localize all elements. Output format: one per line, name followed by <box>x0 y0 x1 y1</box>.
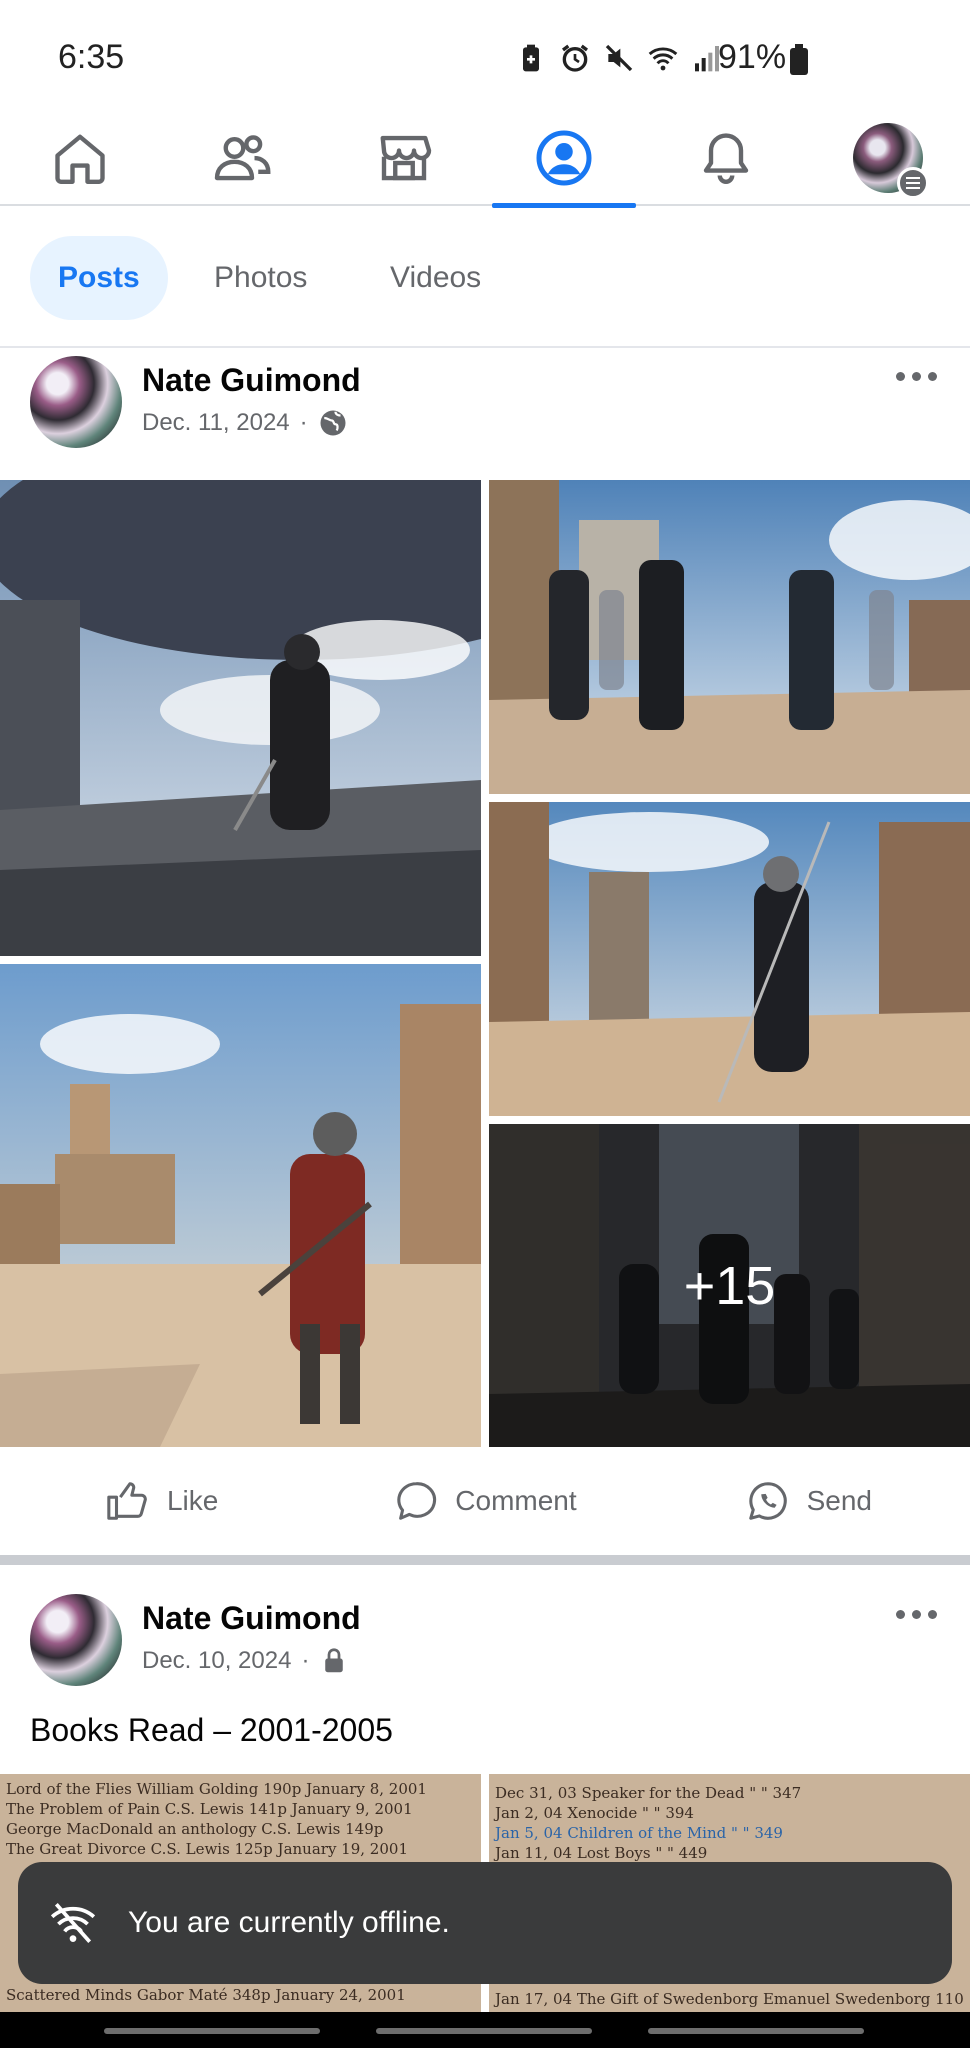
home-icon <box>55 134 105 184</box>
book-entry: The Problem of Pain C.S. Lewis 141p Janu… <box>6 1800 413 1818</box>
photo-warrior-under-arch <box>0 480 481 956</box>
comment-label: Comment <box>455 1485 577 1516</box>
photo-three-warriors-ruins <box>489 480 970 794</box>
mute-icon <box>605 44 633 72</box>
meta-separator: · <box>299 409 308 436</box>
post-header: Nate Guimond Dec. 10, 2024 · <box>0 1594 970 1714</box>
gesture-pill[interactable] <box>648 2028 864 2034</box>
nav-marketplace[interactable] <box>324 110 484 206</box>
post-more-button[interactable] <box>886 356 946 396</box>
nav-friends[interactable] <box>162 110 322 206</box>
like-label: Like <box>166 1485 219 1516</box>
menu-badge <box>897 167 929 199</box>
post-date[interactable]: Dec. 10, 2024 <box>142 1647 291 1675</box>
wifi-icon <box>648 47 678 71</box>
tab-photos[interactable]: Photos <box>186 236 335 320</box>
book-entry: Lord of the Flies William Golding 190p J… <box>6 1780 427 1798</box>
post-author[interactable]: Nate Guimond <box>142 362 361 399</box>
battery-icon <box>790 44 808 75</box>
post-author[interactable]: Nate Guimond <box>142 1600 361 1637</box>
more-photos-count: +15 <box>489 1124 970 1447</box>
post-more-button[interactable] <box>886 1594 946 1634</box>
gesture-pill[interactable] <box>104 2028 320 2034</box>
post-photo[interactable]: +15 <box>489 1124 970 1447</box>
post-photo[interactable] <box>489 802 970 1116</box>
post-photo-grid: +15 <box>0 480 970 1447</box>
like-button[interactable]: Like <box>0 1447 323 1555</box>
book-entry: Jan 17, 04 The Gift of Swedenborg Emanue… <box>495 1990 964 2008</box>
post-meta: Dec. 11, 2024 · <box>142 408 348 438</box>
system-gesture-bar <box>0 2012 970 2048</box>
send-button[interactable]: Send <box>647 1447 970 1555</box>
profile-icon <box>536 130 592 186</box>
book-entry: Scattered Minds Gabor Maté 348p January … <box>6 1986 406 2004</box>
photo-warrior-canyon <box>489 802 970 1116</box>
tab-videos[interactable]: Videos <box>362 236 509 320</box>
avatar-menu-icon <box>853 123 929 199</box>
status-bar: 6:35 91% <box>0 0 970 110</box>
battery-saver-icon <box>523 44 539 72</box>
book-entry: Jan 11, 04 Lost Boys " " 449 <box>495 1844 708 1862</box>
book-entry: Jan 2, 04 Xenocide " " 394 <box>495 1804 694 1822</box>
avatar[interactable] <box>30 356 122 448</box>
friends-icon <box>214 135 271 181</box>
marketplace-icon <box>380 135 432 181</box>
bell-icon <box>703 133 749 184</box>
globe-icon <box>320 410 346 436</box>
post-meta: Dec. 10, 2024 · <box>142 1646 349 1676</box>
post-action-bar: Like Comment Send <box>0 1447 970 1555</box>
toast-message: You are currently offline. <box>128 1906 450 1939</box>
status-icons <box>515 42 723 74</box>
book-entry: The Great Divorce C.S. Lewis 125p Januar… <box>6 1840 408 1858</box>
post-header: Nate Guimond Dec. 11, 2024 · <box>0 356 970 476</box>
photo-warrior-red-cloak <box>0 964 481 1447</box>
status-time: 6:35 <box>58 38 125 76</box>
profile-sub-tabs: Posts Photos Videos <box>0 208 970 348</box>
post-photo[interactable] <box>489 480 970 794</box>
nav-notifications[interactable] <box>646 110 806 206</box>
nav-profile[interactable] <box>484 110 644 208</box>
comment-button[interactable]: Comment <box>323 1447 646 1555</box>
send-label: Send <box>806 1485 873 1516</box>
battery-percent: 91% <box>718 38 787 76</box>
post-photo[interactable] <box>0 480 481 956</box>
offline-toast: You are currently offline. <box>18 1862 952 1984</box>
nav-home[interactable] <box>0 110 160 206</box>
tab-posts[interactable]: Posts <box>30 236 168 320</box>
like-icon <box>107 1482 147 1520</box>
alarm-icon <box>562 44 588 72</box>
book-entry: George MacDonald an anthology C.S. Lewis… <box>6 1820 384 1838</box>
top-nav <box>0 110 970 208</box>
whatsapp-icon <box>748 1482 787 1520</box>
book-entry: Jan 5, 04 Children of the Mind " " 349 <box>495 1824 783 1842</box>
post-photo[interactable] <box>0 964 481 1447</box>
lock-icon <box>325 1648 344 1673</box>
wifi-off-icon <box>50 1903 96 1943</box>
book-entry: Dec 31, 03 Speaker for the Dead " " 347 <box>495 1784 802 1802</box>
post-text: Books Read – 2001-2005 <box>30 1712 393 1748</box>
post-date[interactable]: Dec. 11, 2024 <box>142 409 290 437</box>
gesture-pill[interactable] <box>376 2028 592 2034</box>
nav-menu[interactable] <box>808 110 968 206</box>
comment-icon <box>397 1482 437 1520</box>
avatar[interactable] <box>30 1594 122 1686</box>
post-divider <box>0 1555 970 1565</box>
meta-separator: · <box>301 1647 310 1674</box>
